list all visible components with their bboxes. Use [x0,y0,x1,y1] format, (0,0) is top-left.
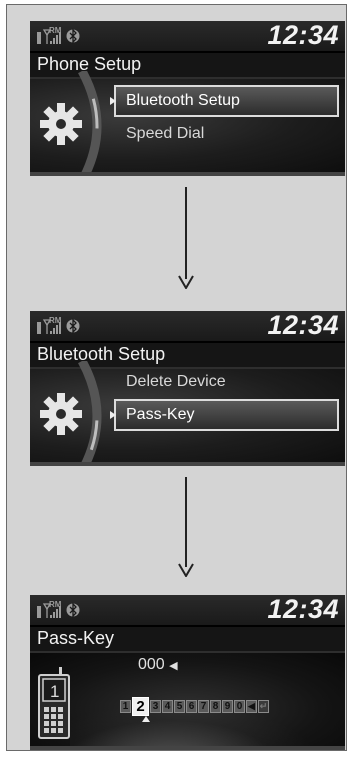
clock: 12:34 [267,595,339,624]
menu-item-delete-device[interactable]: Delete Device [126,373,226,391]
pass-key-panel: 1 000 ◀ 1 2 3 4 5 6 7 8 9 0 ◀ ↵ [30,653,345,750]
status-bar: RM 12:34 [30,595,345,625]
clock: 12:34 [267,21,339,50]
pass-key-screen: RM 12:34 Pass-Key 1 000 ◀ 1 2 3 4 5 6 7 … [30,595,345,750]
roaming-label: RM [49,316,62,325]
menu-item-speed-dial[interactable]: Speed Dial [126,125,204,143]
bottom-edge [30,172,345,176]
phone-setup-screen: RM 12:34 Phone Setup Bluetooth Setup Spe… [30,21,345,176]
illustration-frame: RM 12:34 Phone Setup Bluetooth Setup Spe… [6,4,347,751]
page-title: Pass-Key [37,628,115,648]
status-bar: RM 12:34 [30,311,345,341]
bluetooth-icon [66,28,80,44]
menu-item-bluetooth-setup[interactable]: Bluetooth Setup [114,85,339,117]
roaming-label: RM [49,600,62,609]
menu-panel: Delete Device Pass-Key [30,361,345,466]
flow-arrow-line [185,477,187,567]
roaming-label: RM [49,26,62,35]
signal-icon: RM [37,600,62,618]
key-4[interactable]: 4 [162,700,173,713]
down-arrow-icon [178,563,194,577]
phone-screen-digit: 1 [50,682,59,701]
bottom-edge [30,462,345,466]
menu-panel: Bluetooth Setup Speed Dial [30,71,345,176]
selection-pointer-icon [110,411,116,419]
key-7[interactable]: 7 [198,700,209,713]
title-bar: Pass-Key [30,627,345,651]
cursor-icon: ◀ [169,660,178,672]
bluetooth-setup-screen: RM 12:34 Bluetooth Setup Delete Device P… [30,311,345,466]
key-0[interactable]: 0 [234,700,245,713]
key-8[interactable]: 8 [210,700,221,713]
selection-caret-icon [142,716,150,722]
signal-icon: RM [37,26,62,44]
key-3[interactable]: 3 [150,700,161,713]
signal-icon: RM [37,316,62,334]
menu-item-pass-key[interactable]: Pass-Key [114,399,339,431]
bottom-edge [30,746,345,750]
pass-key-digits: 000 [138,656,165,673]
key-5[interactable]: 5 [174,700,185,713]
selection-pointer-icon [110,97,116,105]
phone-icon: 1 [38,667,70,739]
pass-key-value: 000 ◀ [138,656,178,674]
key-2[interactable]: 2 [132,697,149,716]
keypad: 1 2 3 4 5 6 7 8 9 0 ◀ ↵ [120,697,269,716]
down-arrow-icon [178,275,194,289]
clock: 12:34 [267,311,339,340]
back-arrow-icon[interactable]: ◀ [246,700,257,713]
key-9[interactable]: 9 [222,700,233,713]
key-6[interactable]: 6 [186,700,197,713]
bluetooth-icon [66,318,80,334]
flow-arrow-line [185,187,187,279]
enter-icon[interactable]: ↵ [258,700,269,713]
status-bar: RM 12:34 [30,21,345,51]
bluetooth-icon [66,602,80,618]
key-1[interactable]: 1 [120,700,131,713]
